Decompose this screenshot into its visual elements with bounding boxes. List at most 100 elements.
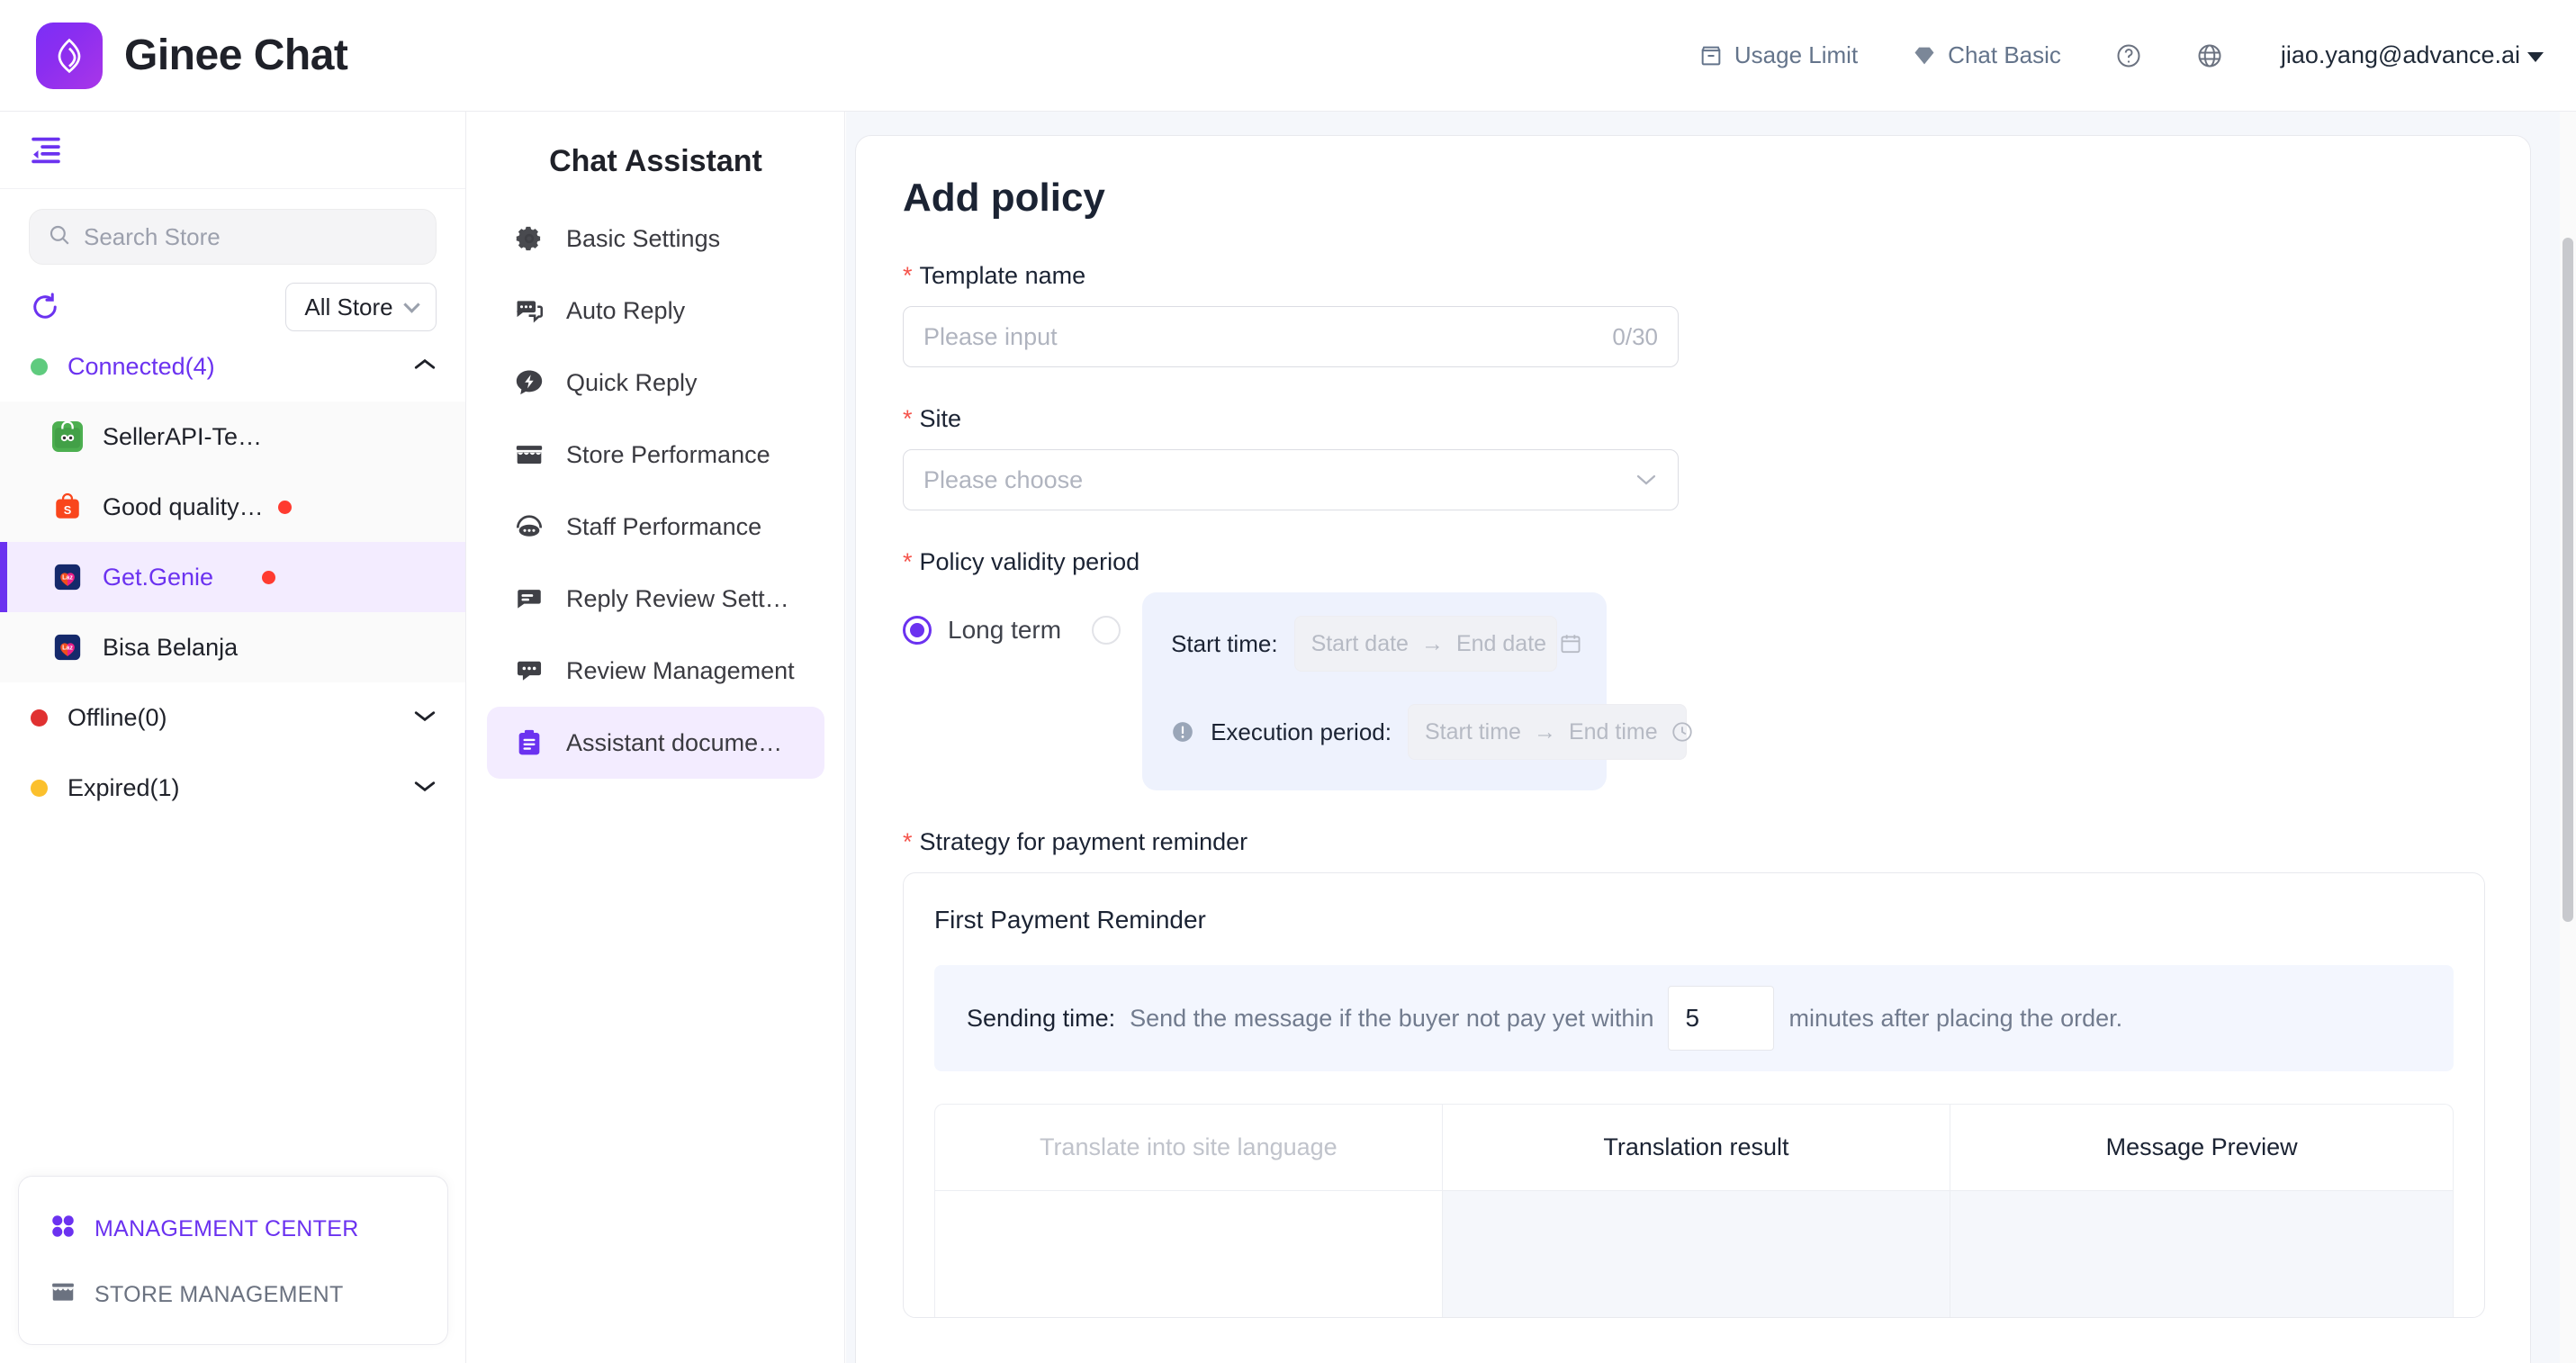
brand[interactable]: Ginee Chat [36, 22, 348, 89]
headset-icon [514, 511, 545, 542]
strategy-label-text: Strategy for payment reminder [919, 828, 1248, 855]
plan-button[interactable]: Chat Basic [1885, 41, 2088, 69]
date-range-picker[interactable]: Start date → End date [1293, 616, 1581, 672]
lazada-icon: Laz [52, 562, 83, 592]
execution-period-label: Execution period: [1211, 718, 1392, 745]
chevron-up-icon[interactable] [413, 357, 437, 377]
chevron-down-icon[interactable] [413, 708, 437, 728]
store-item-sellerapi[interactable]: SellerAPI-Te… [0, 402, 465, 472]
nav-item-label: Basic Settings [566, 224, 721, 252]
main-content: Add policy * Template name Please input … [846, 112, 2576, 1363]
chevron-down-icon[interactable] [413, 778, 437, 799]
range-arrow-icon: → [1533, 718, 1556, 745]
store-name: SellerAPI-Te… [103, 422, 263, 450]
reply-icon [514, 583, 545, 614]
end-date-placeholder: End date [1455, 630, 1547, 656]
calendar-icon [1559, 632, 1582, 655]
store-filter-select[interactable]: All Store [285, 283, 437, 331]
status-dot-offline [31, 709, 48, 727]
store-item-bisa-belanja[interactable]: Laz Bisa Belanja [0, 612, 465, 682]
nav-item-label: Staff Performance [566, 512, 762, 540]
svg-text:Laz: Laz [62, 644, 73, 651]
bolt-bubble-icon [514, 367, 545, 398]
sidebar-group-offline[interactable]: Offline(0) [0, 682, 465, 753]
search-input[interactable]: Search Store [29, 209, 437, 265]
template-name-placeholder: Please input [923, 322, 1058, 350]
usage-limit-button[interactable]: Usage Limit [1671, 41, 1885, 69]
store-item-get-genie[interactable]: Laz Get.Genie [0, 542, 465, 612]
globe-icon [2196, 42, 2223, 69]
sidebar-bottom-label: MANAGEMENT CENTER [95, 1216, 359, 1241]
assistant-nav: Chat Assistant Basic Settings Auto Reply… [467, 112, 845, 1363]
diamond-icon [1912, 43, 1937, 68]
time-range-picker[interactable]: Start time → End time [1407, 704, 1692, 760]
collapse-sidebar-icon[interactable] [29, 135, 63, 166]
nav-item-assistant-document[interactable]: Assistant docume… [487, 707, 824, 779]
nav-item-store-performance[interactable]: Store Performance [487, 419, 824, 491]
table-cell-result [1442, 1191, 1950, 1317]
sending-time-label: Sending time: [967, 1004, 1116, 1032]
store-search-wrap: Search Store [0, 189, 465, 265]
nav-item-quick-reply[interactable]: Quick Reply [487, 347, 824, 419]
minutes-input[interactable]: 5 [1668, 986, 1775, 1051]
table-header-translate: Translate into site language [935, 1105, 1442, 1191]
first-payment-reminder-title: First Payment Reminder [934, 906, 1206, 934]
chevron-down-icon [2527, 51, 2544, 62]
translation-table: Translate into site language Translation… [934, 1104, 2454, 1317]
chevron-down-icon [402, 295, 420, 313]
required-marker: * [903, 548, 913, 575]
nav-item-staff-performance[interactable]: Staff Performance [487, 491, 824, 563]
site-select[interactable]: Please choose [903, 449, 1679, 510]
field-policy-validity: * Policy validity period Long term Start… [903, 548, 2483, 790]
store-filter-value: All Store [304, 293, 393, 320]
radio-long-term[interactable] [903, 616, 932, 645]
sidebar-group-expired[interactable]: Expired(1) [0, 753, 465, 823]
store-filter-row: All Store [0, 265, 465, 331]
radio-custom-period[interactable] [1092, 616, 1121, 645]
site-label: * Site [903, 405, 2483, 433]
validity-radio-group: Long term [903, 592, 1121, 645]
sending-time-suffix: minutes after placing the order. [1788, 1004, 2123, 1032]
svg-text:S: S [64, 503, 72, 517]
sidebar-group-connected[interactable]: Connected(4) [0, 331, 465, 402]
language-button[interactable] [2169, 42, 2250, 69]
search-icon [48, 223, 71, 251]
info-icon[interactable] [1171, 720, 1194, 744]
site-label-text: Site [919, 405, 962, 432]
app-header: Ginee Chat Usage Limit Chat Basic jiao.y… [0, 0, 2576, 112]
refresh-icon[interactable] [29, 291, 61, 323]
user-menu[interactable]: jiao.yang@advance.ai [2250, 41, 2544, 69]
sidebar-bottom-panel: MANAGEMENT CENTER STORE MANAGEMENT [18, 1176, 448, 1345]
content-scrollbar-track[interactable] [2560, 112, 2576, 1363]
required-marker: * [903, 405, 913, 432]
page-title: Add policy [903, 176, 1105, 220]
template-name-input[interactable]: Please input 0/30 [903, 306, 1679, 367]
store-icon [50, 1278, 77, 1312]
store-name: Good quality… [103, 492, 264, 520]
status-dot-expired [31, 779, 48, 797]
nav-item-label: Assistant docume… [566, 728, 783, 756]
template-name-label: * Template name [903, 262, 2483, 290]
clipboard-icon [514, 727, 545, 758]
help-button[interactable] [2088, 42, 2169, 69]
nav-item-review-management[interactable]: Review Management [487, 635, 824, 707]
store-list: SellerAPI-Te… S Good quality… Laz Get.Ge… [0, 402, 465, 682]
header-actions: Usage Limit Chat Basic jiao.yang@advance… [1671, 41, 2544, 69]
table-header-preview: Message Preview [1950, 1105, 2453, 1191]
nav-item-basic-settings[interactable]: Basic Settings [487, 203, 824, 275]
sidebar-item-management-center[interactable]: MANAGEMENT CENTER [19, 1196, 447, 1262]
strategy-label: * Strategy for payment reminder [903, 828, 2483, 856]
store-item-good-quality[interactable]: S Good quality… [0, 472, 465, 542]
chat-bubbles-icon [514, 295, 545, 326]
brand-name: Ginee Chat [124, 32, 348, 79]
template-name-counter: 0/30 [1612, 322, 1658, 350]
nav-item-reply-review-settings[interactable]: Reply Review Sett… [487, 563, 824, 635]
status-dot-connected [31, 357, 48, 375]
nav-item-label: Review Management [566, 656, 795, 684]
table-cell-preview [1950, 1191, 2453, 1317]
sidebar-item-store-management[interactable]: STORE MANAGEMENT [19, 1262, 447, 1328]
nav-item-auto-reply[interactable]: Auto Reply [487, 275, 824, 347]
field-strategy: * Strategy for payment reminder First Pa… [903, 828, 2485, 1318]
content-scrollbar-thumb[interactable] [2562, 238, 2573, 922]
table-cell-translate[interactable] [935, 1191, 1442, 1317]
